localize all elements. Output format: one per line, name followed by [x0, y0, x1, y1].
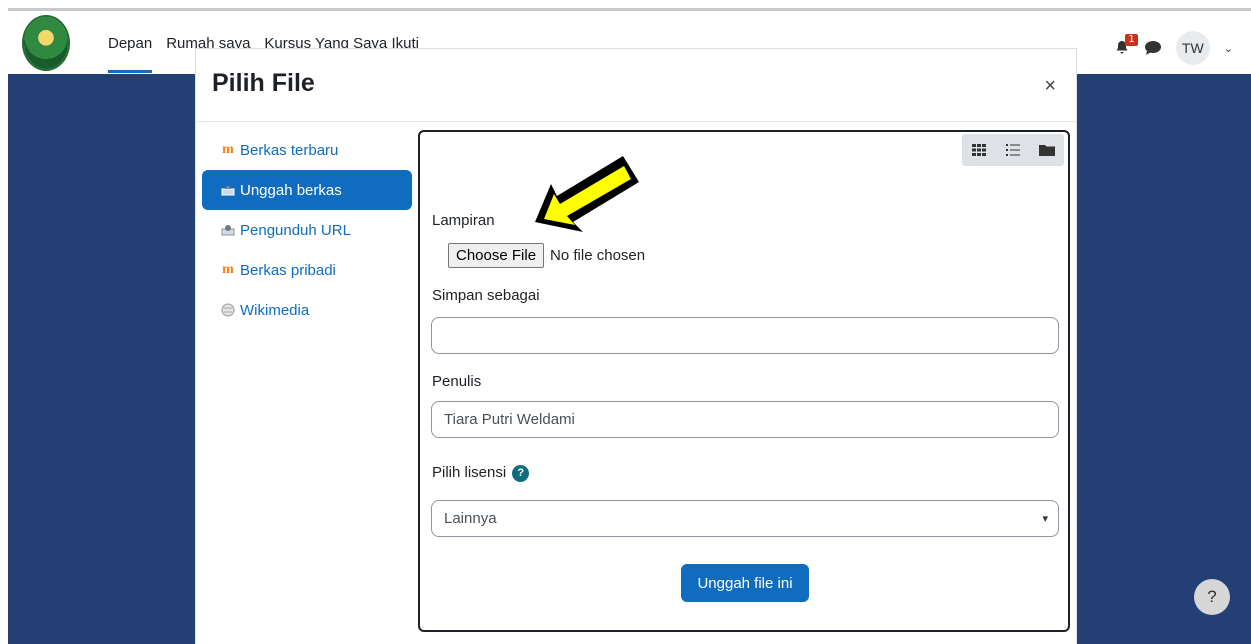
- chevron-down-icon: ▾: [1042, 513, 1048, 525]
- sidebar-item-label: Pengunduh URL: [240, 221, 351, 239]
- help-button[interactable]: ?: [1194, 579, 1230, 615]
- list-view-icon[interactable]: [996, 134, 1030, 166]
- upload-icon: [220, 184, 236, 196]
- moodle-icon: m: [222, 142, 234, 157]
- sidebar-item-label: Unggah berkas: [240, 181, 342, 199]
- help-question-icon[interactable]: ?: [512, 464, 530, 482]
- upload-form-panel: Lampiran Choose File No file chosen Simp…: [418, 130, 1070, 632]
- notification-count-badge: 1: [1125, 34, 1138, 46]
- notification-bell-icon[interactable]: 1: [1114, 34, 1138, 56]
- sidebar-item-label: Berkas pribadi: [240, 261, 336, 279]
- site-logo[interactable]: [24, 17, 68, 69]
- upload-file-button[interactable]: Unggah file ini: [681, 564, 809, 602]
- sidebar-item-pengunduh-url[interactable]: Pengunduh URL: [202, 210, 412, 250]
- sidebar-item-label: Berkas terbaru: [240, 141, 339, 159]
- file-input: Choose File No file chosen: [448, 243, 645, 268]
- yellow-pointer-arrow-icon: [535, 156, 639, 232]
- chevron-down-icon[interactable]: ⌄: [1224, 42, 1233, 55]
- save-as-label: Simpan sebagai: [432, 287, 540, 304]
- folder-view-icon[interactable]: [1030, 134, 1064, 166]
- license-select[interactable]: Lainnya ▾: [431, 500, 1059, 537]
- modal-header: Pilih File ×: [196, 49, 1076, 122]
- sidebar-item-label: Wikimedia: [240, 301, 310, 319]
- left-edge: [0, 0, 8, 644]
- modal-title: Pilih File: [212, 69, 315, 97]
- license-selected-value: Lainnya: [444, 510, 497, 527]
- moodle-icon: m: [222, 262, 234, 277]
- save-as-input[interactable]: [431, 317, 1059, 354]
- sidebar-item-berkas-terbaru[interactable]: m Berkas terbaru: [202, 130, 412, 170]
- nav-link-depan[interactable]: Depan: [108, 35, 153, 73]
- user-avatar[interactable]: TW: [1175, 31, 1210, 65]
- file-picker-modal: Pilih File × m Berkas terbaru Unggah ber…: [195, 48, 1077, 644]
- repository-sidebar: m Berkas terbaru Unggah berkas Pengunduh…: [202, 130, 412, 330]
- sidebar-item-unggah-berkas[interactable]: Unggah berkas: [202, 170, 412, 210]
- grid-view-icon[interactable]: [962, 134, 996, 166]
- view-toggle-group: [962, 134, 1064, 166]
- license-label: Pilih lisensi: [432, 464, 507, 481]
- messages-icon[interactable]: [1144, 40, 1162, 56]
- close-icon[interactable]: ×: [1044, 75, 1056, 98]
- license-label-row: Pilih lisensi?: [432, 464, 530, 482]
- sidebar-item-berkas-pribadi[interactable]: m Berkas pribadi: [202, 250, 412, 290]
- url-downloader-icon: [220, 224, 236, 236]
- user-menu-area: 1 TW ⌄: [1114, 31, 1233, 65]
- no-file-chosen-text: No file chosen: [550, 247, 646, 264]
- wikimedia-icon: [220, 303, 236, 317]
- author-label: Penulis: [432, 373, 482, 390]
- choose-file-button[interactable]: Choose File: [448, 243, 545, 268]
- attachment-label: Lampiran: [432, 212, 495, 229]
- sidebar-item-wikimedia[interactable]: Wikimedia: [202, 290, 412, 330]
- author-input[interactable]: Tiara Putri Weldami: [431, 401, 1059, 438]
